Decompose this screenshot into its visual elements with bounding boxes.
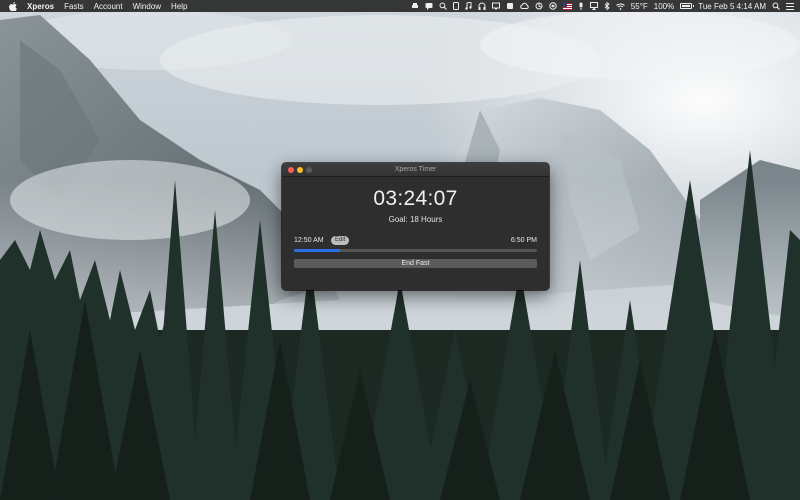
minimize-button[interactable]	[297, 166, 303, 173]
temperature-text[interactable]: 55°F	[631, 2, 648, 11]
menu-bar: Xperos Fasts Account Window Help 55°F 10…	[0, 0, 800, 12]
mail-icon[interactable]	[506, 2, 514, 10]
window-titlebar[interactable]: Xperos Timer	[282, 163, 549, 177]
elapsed-timer: 03:24:07	[373, 187, 458, 210]
menu-fasts[interactable]: Fasts	[64, 2, 84, 11]
chat-icon[interactable]	[425, 2, 433, 10]
close-button[interactable]	[288, 166, 294, 173]
headphones-icon[interactable]	[478, 2, 486, 10]
fast-progress-bar	[294, 249, 537, 252]
fast-progress-fill	[294, 249, 341, 252]
notification-center-icon[interactable]	[786, 2, 794, 10]
goal-label: Goal: 18 Hours	[388, 215, 443, 224]
edit-start-button[interactable]: Edit	[331, 236, 350, 245]
end-fast-button[interactable]: End Fast	[294, 259, 537, 268]
monitor-icon[interactable]	[491, 2, 500, 10]
battery-percent-text[interactable]: 100%	[654, 2, 674, 11]
flag-icon[interactable]	[562, 2, 572, 10]
spotlight-search-icon[interactable]	[772, 2, 780, 10]
timer-window: Xperos Timer 03:24:07 Goal: 18 Hours 12:…	[282, 163, 549, 290]
menu-help[interactable]: Help	[171, 2, 187, 11]
dropbox-icon[interactable]	[549, 2, 557, 10]
bluetooth-icon[interactable]	[604, 2, 610, 10]
print-icon[interactable]	[411, 2, 419, 10]
airplay-icon[interactable]	[589, 2, 598, 10]
window-title: Xperos Timer	[394, 166, 437, 173]
apple-icon[interactable]	[9, 1, 17, 11]
sync-icon[interactable]	[535, 2, 543, 10]
menu-app-name[interactable]: Xperos	[27, 2, 54, 11]
zoom-button[interactable]	[306, 166, 312, 173]
phone-icon[interactable]	[452, 2, 459, 10]
music-icon[interactable]	[465, 2, 472, 10]
search-icon[interactable]	[439, 2, 447, 10]
menu-account[interactable]: Account	[94, 2, 123, 11]
start-time-label: 12:50 AM	[294, 237, 324, 244]
menu-window[interactable]: Window	[133, 2, 161, 11]
battery-icon[interactable]	[680, 3, 695, 9]
end-time-label: 6:50 PM	[510, 237, 537, 244]
desktop: Xperos Fasts Account Window Help 55°F 10…	[0, 0, 800, 500]
menu-clock[interactable]: Tue Feb 5 4:14 AM	[698, 2, 766, 11]
cloud-icon[interactable]	[520, 2, 529, 10]
mic-icon[interactable]	[578, 2, 584, 10]
wifi-icon[interactable]	[615, 3, 625, 10]
